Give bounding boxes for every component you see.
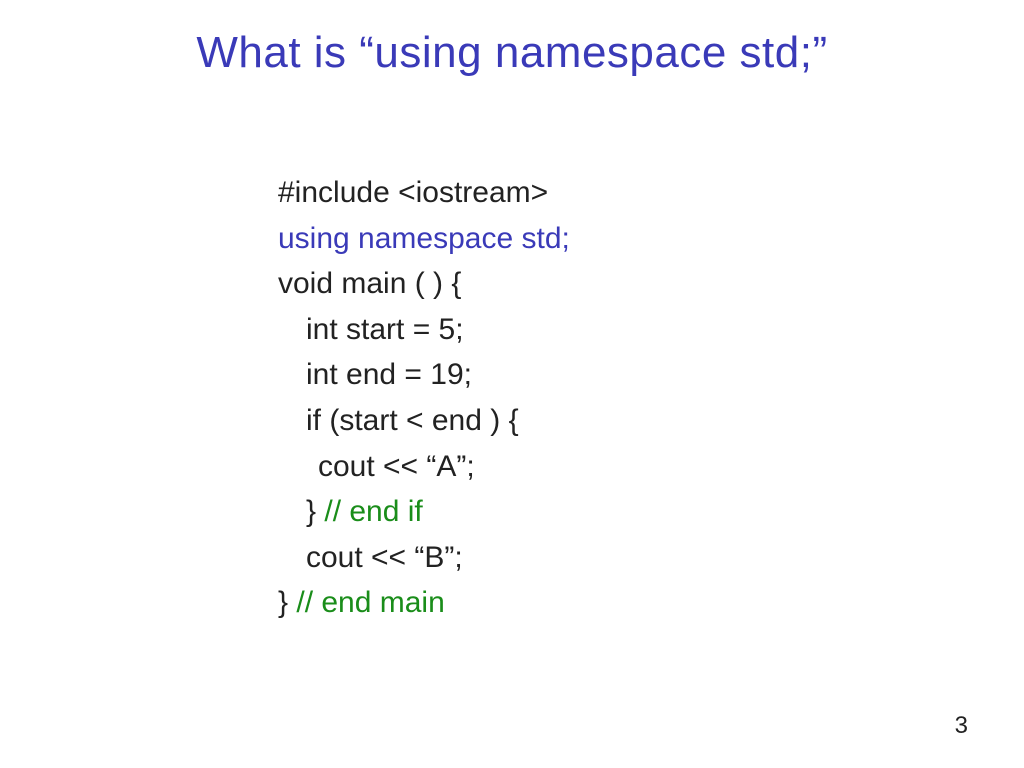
code-line-endif: } // end if <box>278 489 570 535</box>
code-line-int-start: int start = 5; <box>278 307 570 353</box>
page-number: 3 <box>955 712 968 740</box>
code-block: #include <iostream> using namespace std;… <box>278 170 570 626</box>
code-line-include: #include <iostream> <box>278 170 570 216</box>
slide: What is “using namespace std;” #include … <box>0 0 1024 768</box>
code-line-endmain: } // end main <box>278 580 570 626</box>
code-brace-close-if: } <box>306 495 324 528</box>
code-line-main-open: void main ( ) { <box>278 261 570 307</box>
code-line-int-end: int end = 19; <box>278 352 570 398</box>
code-line-cout-a: cout << “A”; <box>278 444 570 490</box>
slide-title: What is “using namespace std;” <box>0 28 1024 78</box>
code-comment-endif: // end if <box>324 495 422 528</box>
code-brace-close-main: } <box>278 586 296 619</box>
code-line-if-open: if (start < end ) { <box>278 398 570 444</box>
code-line-using-namespace: using namespace std; <box>278 216 570 262</box>
code-comment-endmain: // end main <box>296 586 444 619</box>
code-line-cout-b: cout << “B”; <box>278 535 570 581</box>
